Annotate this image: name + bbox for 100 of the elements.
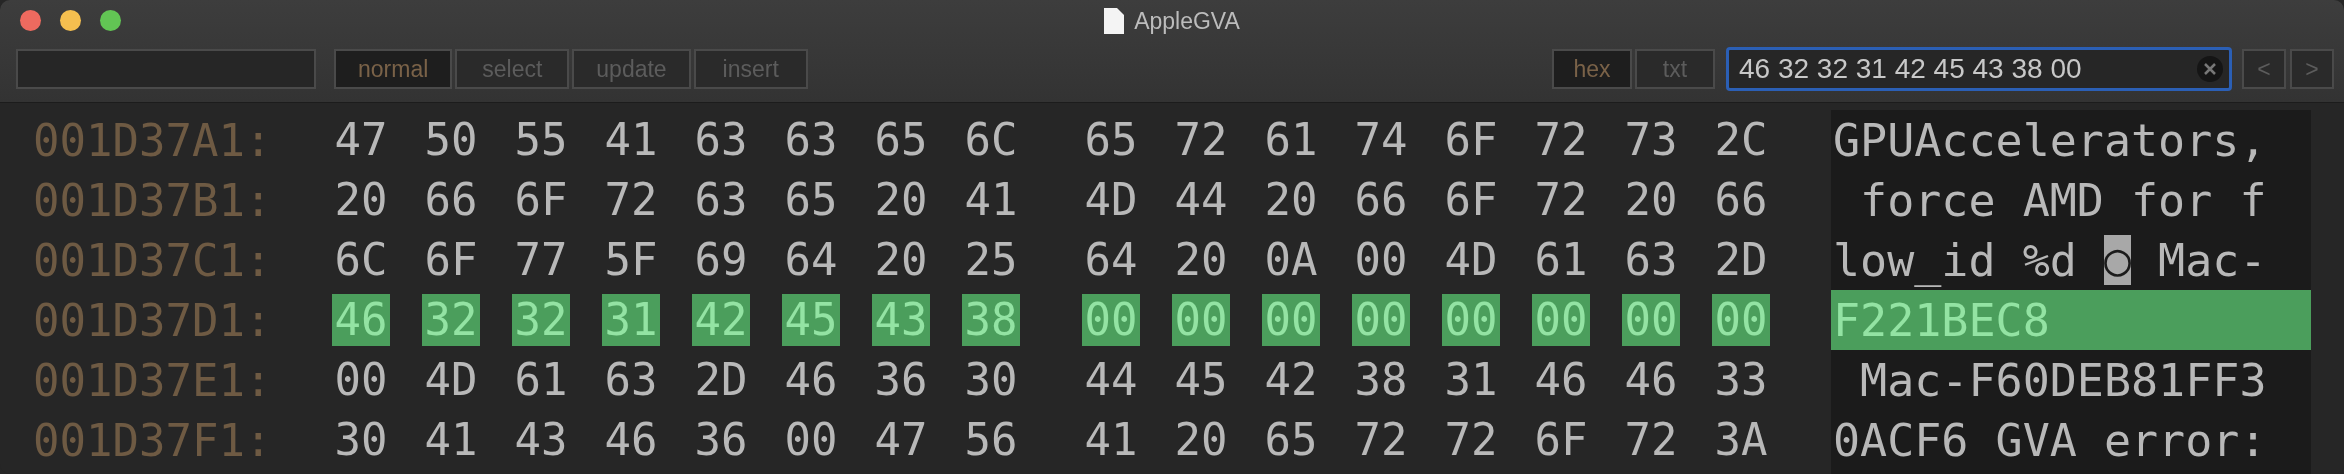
hex-byte: 38 <box>962 294 1020 346</box>
window-title: AppleGVA <box>1134 7 1240 35</box>
hex-byte: 00 <box>1712 294 1770 346</box>
minimize-button[interactable] <box>60 10 81 31</box>
address-label: 001D37B1: <box>32 174 273 226</box>
hex-byte: 00 <box>333 354 389 406</box>
hex-byte: 50 <box>423 114 479 166</box>
hex-byte: 65 <box>873 114 929 166</box>
hex-byte: 65 <box>1083 114 1139 166</box>
hex-byte: 44 <box>1173 174 1229 226</box>
mode-tab[interactable]: normal <box>334 49 453 89</box>
hex-byte: 6F <box>513 174 569 226</box>
hex-byte: 20 <box>1173 414 1229 466</box>
control-char: ○ <box>2103 235 2132 285</box>
hex-byte: 20 <box>333 174 389 226</box>
hex-byte: 6F <box>423 234 479 286</box>
hex-byte: 32 <box>512 294 570 346</box>
hex-byte: 5F <box>603 234 659 286</box>
hex-byte: 63 <box>603 354 659 406</box>
ascii-text: Mac-F60DEB81FF3 <box>1859 353 2267 407</box>
hex-byte: 45 <box>782 294 840 346</box>
hex-byte: 00 <box>1442 294 1500 346</box>
hex-byte: 30 <box>963 354 1019 406</box>
hex-byte: 00 <box>1172 294 1230 346</box>
hex-byte: 41 <box>1083 414 1139 466</box>
hex-byte: 4D <box>1083 174 1139 226</box>
hex-byte: 31 <box>602 294 660 346</box>
address-label: 001D37E1: <box>32 354 273 406</box>
hex-byte: 4D <box>423 354 479 406</box>
close-button[interactable] <box>20 10 41 31</box>
hex-byte: 41 <box>423 414 479 466</box>
hex-byte: 6F <box>1443 174 1499 226</box>
hex-byte: 47 <box>873 414 929 466</box>
document-icon <box>1104 8 1125 34</box>
hex-byte: 72 <box>1173 114 1229 166</box>
hex-byte: 46 <box>1533 354 1589 406</box>
hex-byte: 64 <box>1083 234 1139 286</box>
hex-byte: 42 <box>1263 354 1319 406</box>
hex-byte: 66 <box>423 174 479 226</box>
hex-byte: 77 <box>513 234 569 286</box>
hex-byte: 00 <box>1622 294 1680 346</box>
hex-byte: 72 <box>603 174 659 226</box>
hex-byte: 36 <box>693 414 749 466</box>
hex-byte: 72 <box>1443 414 1499 466</box>
hex-byte: 65 <box>783 174 839 226</box>
hex-byte: 4D <box>1443 234 1499 286</box>
hex-byte: 46 <box>603 414 659 466</box>
hex-byte: 46 <box>332 294 390 346</box>
hex-byte: 69 <box>693 234 749 286</box>
hex-byte: 61 <box>1533 234 1589 286</box>
hex-byte: 00 <box>1353 234 1409 286</box>
zoom-button[interactable] <box>100 10 121 31</box>
hex-byte: 6C <box>963 114 1019 166</box>
hex-byte: 3A <box>1713 414 1769 466</box>
hex-byte: 20 <box>873 174 929 226</box>
ascii-text: Mac- <box>2157 233 2267 287</box>
next-button[interactable]: > <box>2290 49 2334 89</box>
address-label: 001D37D1: <box>32 294 273 346</box>
hex-byte: 63 <box>693 114 749 166</box>
ascii-text: low_id %d <box>1833 233 2078 287</box>
view-tab[interactable]: hex <box>1552 49 1632 89</box>
filter-field[interactable] <box>16 49 316 89</box>
hex-byte: 41 <box>603 114 659 166</box>
clear-icon[interactable] <box>2196 55 2224 83</box>
hex-byte: 31 <box>1443 354 1499 406</box>
hex-byte: 20 <box>1173 234 1229 286</box>
hex-byte: 63 <box>783 114 839 166</box>
hex-byte: 72 <box>1353 414 1409 466</box>
hex-byte: 73 <box>1623 114 1679 166</box>
hex-byte: 56 <box>963 414 1019 466</box>
ascii-text: GPUAccelerators, <box>1833 113 2267 167</box>
hex-byte: 20 <box>1263 174 1319 226</box>
hex-byte: 2D <box>1713 234 1769 286</box>
hex-byte: 36 <box>873 354 929 406</box>
hex-byte: 42 <box>692 294 750 346</box>
ascii-text: F221BEC8 <box>1833 293 2050 347</box>
hex-byte: 55 <box>513 114 569 166</box>
search-field[interactable]: 46 32 32 31 42 45 43 38 00 <box>1726 47 2232 91</box>
hex-byte: 00 <box>1262 294 1320 346</box>
ascii-text: force AMD for f <box>1859 173 2267 227</box>
hex-byte: 61 <box>1263 114 1319 166</box>
hex-byte: 00 <box>1532 294 1590 346</box>
address-label: 001D37F1: <box>32 414 273 466</box>
address-label: 001D37C1: <box>32 234 273 286</box>
hex-byte: 43 <box>513 414 569 466</box>
hex-byte: 20 <box>1623 174 1679 226</box>
previous-button[interactable]: < <box>2242 49 2286 89</box>
hex-byte: 38 <box>1353 354 1409 406</box>
hex-byte: 41 <box>963 174 1019 226</box>
hex-byte: 30 <box>333 414 389 466</box>
hex-byte: 45 <box>1173 354 1229 406</box>
hex-byte: 72 <box>1533 174 1589 226</box>
address-label: 001D37A1: <box>32 114 273 166</box>
hex-byte: 72 <box>1623 414 1679 466</box>
hex-byte: 0A <box>1263 234 1319 286</box>
hex-byte: 63 <box>693 174 749 226</box>
hex-byte: 2D <box>693 354 749 406</box>
hex-byte: 64 <box>783 234 839 286</box>
hex-byte: 47 <box>333 114 389 166</box>
hex-byte: 6F <box>1443 114 1499 166</box>
